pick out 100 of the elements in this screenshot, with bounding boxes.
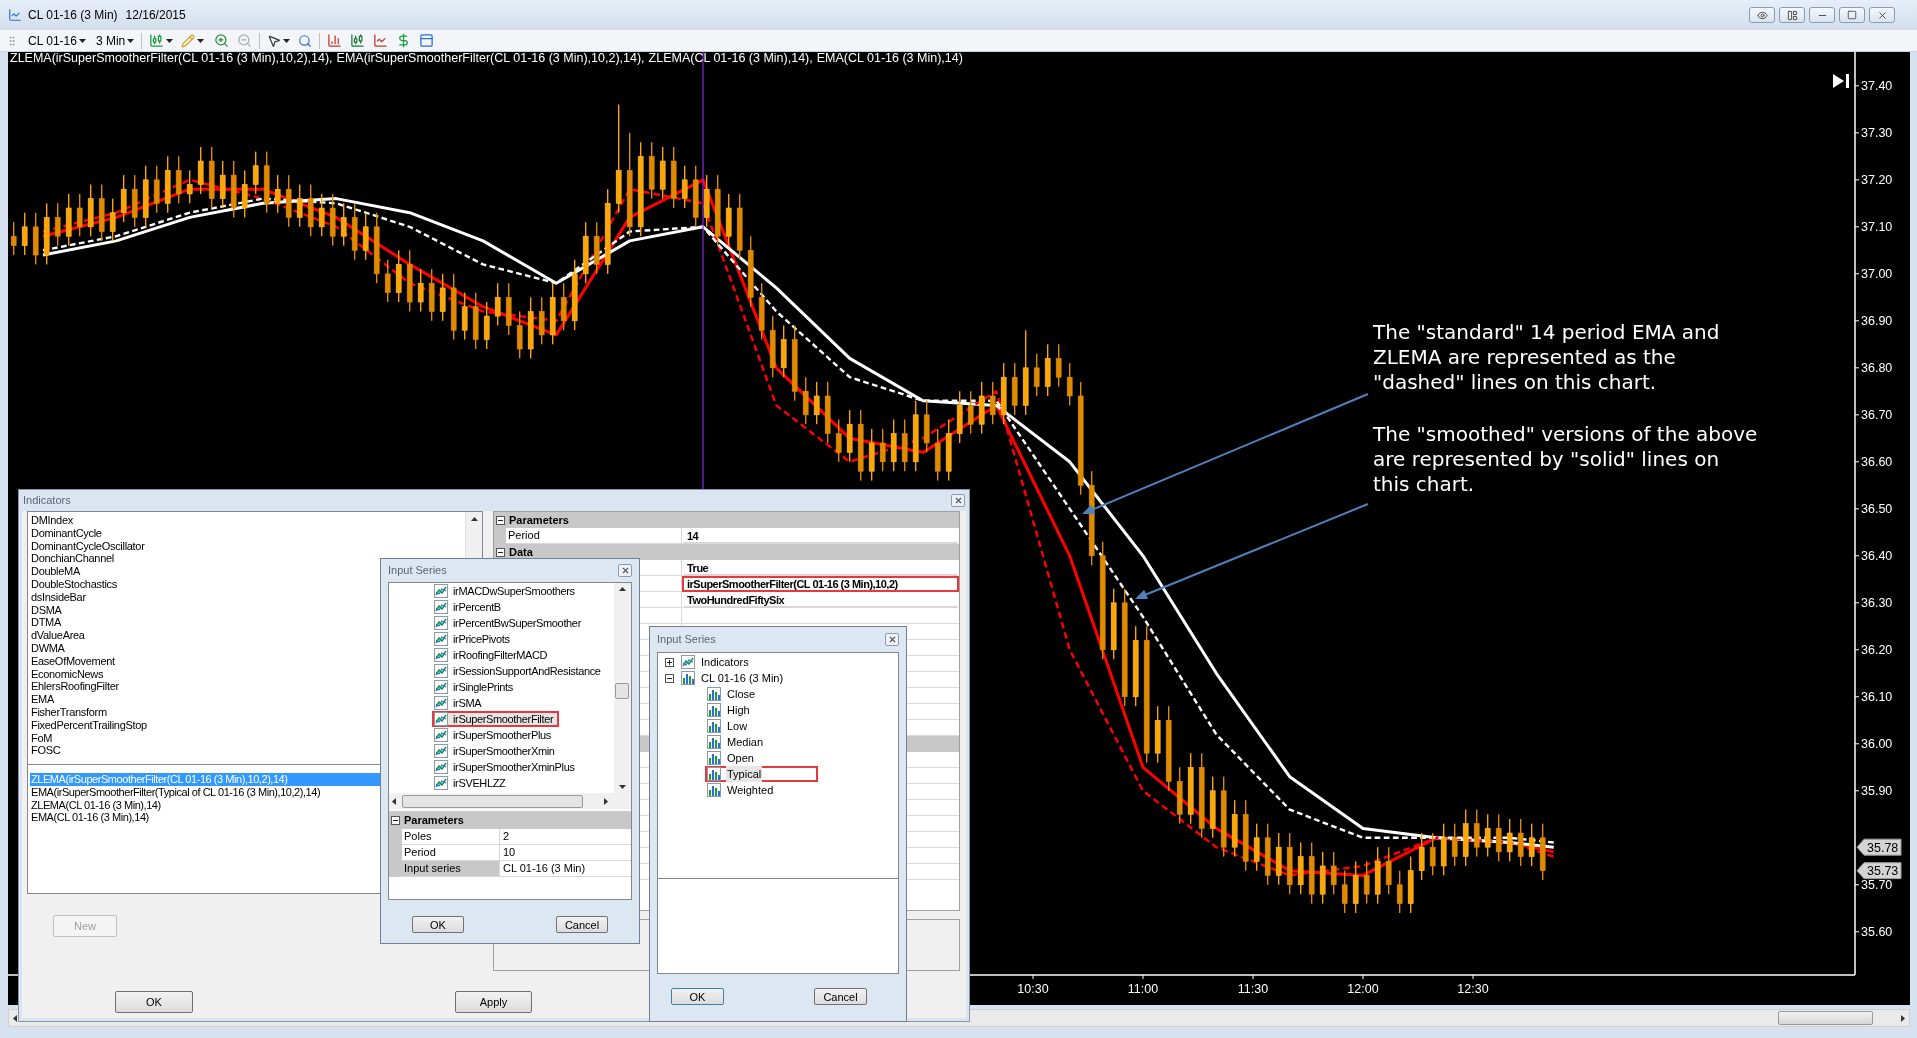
candlestick [417, 268, 424, 313]
panel-icon [419, 33, 435, 48]
view-button[interactable] [1749, 7, 1775, 23]
horizontal-scrollbar[interactable] [389, 793, 631, 809]
candlestick [1418, 832, 1425, 881]
cancel-button[interactable]: Cancel [814, 988, 867, 1005]
price-label: 36.40 [1854, 549, 1893, 564]
candlestick [1429, 832, 1436, 877]
legend-entry: EMA(CL 01-16 (3 Min),14) [816, 50, 963, 67]
property-value[interactable]: irSuperSmootherFilter(CL 01-16 (3 Min),10,2) [682, 576, 959, 592]
price-label: 36.30 [1854, 596, 1893, 611]
y-tick-label: 37.40 [1861, 79, 1893, 94]
list-item[interactable]: irSinglePrints [432, 679, 519, 695]
tree-item[interactable]: Typical [705, 766, 819, 782]
close-button[interactable] [618, 564, 632, 577]
list-item[interactable]: irSMA [432, 695, 488, 711]
scrollbar-thumb[interactable] [615, 683, 629, 699]
property-value[interactable]: TwoHundredFiftySix [682, 592, 959, 608]
vertical-scrollbar[interactable] [614, 583, 631, 793]
section-header: Data [509, 544, 533, 560]
scrollbar-thumb[interactable] [1778, 1011, 1873, 1025]
layout-icon [1786, 9, 1798, 21]
list-item[interactable]: irSuperSmootherXmin [432, 743, 561, 759]
property-label: Input series [402, 861, 500, 877]
candlestick [483, 301, 490, 350]
line-chart-icon [434, 680, 448, 694]
list-item[interactable]: DominantCycle [30, 526, 465, 540]
candlestick [1473, 808, 1480, 858]
ok-button[interactable]: OK [115, 991, 193, 1013]
collapse-icon[interactable] [665, 673, 674, 683]
price-label: 35.60 [1854, 925, 1893, 940]
bar-chart-icon [707, 687, 721, 701]
skip-end-button[interactable] [1831, 72, 1851, 90]
tree-item[interactable]: Open [705, 750, 763, 766]
interval-dropdown[interactable]: 3 Min [93, 30, 137, 51]
scrollbar-thumb[interactable] [402, 794, 583, 808]
maximize-icon [1847, 10, 1857, 20]
list-item[interactable]: irPercentB [432, 599, 507, 615]
ok-button[interactable]: OK [671, 988, 724, 1005]
property-value[interactable]: 10 [500, 845, 631, 861]
list-item[interactable]: irSuperSmootherXminPlus [432, 759, 581, 775]
y-tick-label: 35.60 [1861, 925, 1893, 940]
expand-icon[interactable] [665, 657, 674, 667]
line-chart-icon [434, 664, 448, 678]
list-item[interactable]: DMIndex [30, 514, 465, 527]
list-item[interactable]: irMACDwSuperSmoothers [432, 583, 581, 599]
candlestick [813, 381, 820, 425]
list-item[interactable]: irPercentBwSuperSmoother [432, 615, 587, 631]
collapse-icon[interactable] [496, 547, 505, 557]
candlestick [153, 165, 160, 214]
price-label: 36.10 [1854, 690, 1893, 705]
list-item[interactable]: irSuperSmootherFilter [432, 711, 560, 727]
collapse-icon[interactable] [391, 815, 400, 825]
tree-item[interactable]: Close [705, 686, 765, 702]
legend-entry: ZLEMA(irSuperSmootherFilter(CL 01-16 (3 Min),10,2),14), [10, 50, 333, 67]
candlestick [1451, 822, 1458, 867]
list-item[interactable]: irSuperSmootherPlus [432, 727, 557, 743]
layout-button[interactable] [1779, 7, 1805, 23]
price-label: 35.70 [1854, 878, 1893, 893]
collapse-icon[interactable] [496, 515, 505, 525]
line-chart-icon [434, 728, 448, 742]
minimize-button[interactable] [1809, 7, 1835, 23]
line-chart-icon [434, 696, 448, 710]
cancel-button[interactable]: Cancel [556, 916, 608, 933]
y-tick-label: 36.50 [1861, 502, 1893, 517]
bar-chart-icon [707, 767, 721, 781]
candlestick [252, 150, 259, 195]
maximize-button[interactable] [1839, 7, 1865, 23]
line-chart-icon [681, 655, 695, 669]
instrument-dropdown[interactable]: CL 01-16 [26, 30, 88, 51]
candlestick [241, 169, 248, 219]
list-item[interactable]: DominantCycleOscillator [30, 539, 465, 553]
window-date: 12/16/2015 [125, 7, 186, 24]
tree-item[interactable]: Median [705, 734, 773, 750]
candlestick [1330, 851, 1337, 895]
tree-item[interactable]: Indicators [679, 654, 758, 670]
close-button[interactable] [885, 633, 899, 646]
candlestick [1033, 353, 1040, 397]
apply-button[interactable]: Apply [455, 991, 532, 1013]
close-button[interactable] [1869, 7, 1895, 23]
property-value[interactable]: True [682, 560, 959, 576]
x-tick-label: 12:00 [1347, 982, 1379, 996]
tree-item[interactable]: CL 01-16 (3 Min) [679, 670, 793, 686]
list-item[interactable]: irPricePivots [432, 631, 516, 647]
candlestick [175, 155, 182, 205]
tree-item[interactable]: High [705, 702, 759, 718]
candlestick [967, 390, 974, 435]
tree-item[interactable]: Weighted [705, 782, 783, 798]
bar-chart-icon [707, 735, 721, 749]
ok-button[interactable]: OK [412, 916, 464, 933]
close-button[interactable] [951, 494, 965, 507]
candlestick [21, 212, 28, 256]
y-tick-label: 36.30 [1861, 596, 1893, 611]
tree-item[interactable]: Low [705, 718, 757, 734]
candlestick [1495, 813, 1502, 862]
property-value[interactable]: 2 [500, 829, 631, 845]
list-item[interactable]: irSessionSupportAndResistance [432, 663, 607, 679]
candlestick [318, 193, 325, 237]
list-item[interactable]: irRoofingFilterMACD [432, 647, 554, 663]
property-value[interactable]: CL 01-16 (3 Min) [500, 861, 631, 877]
